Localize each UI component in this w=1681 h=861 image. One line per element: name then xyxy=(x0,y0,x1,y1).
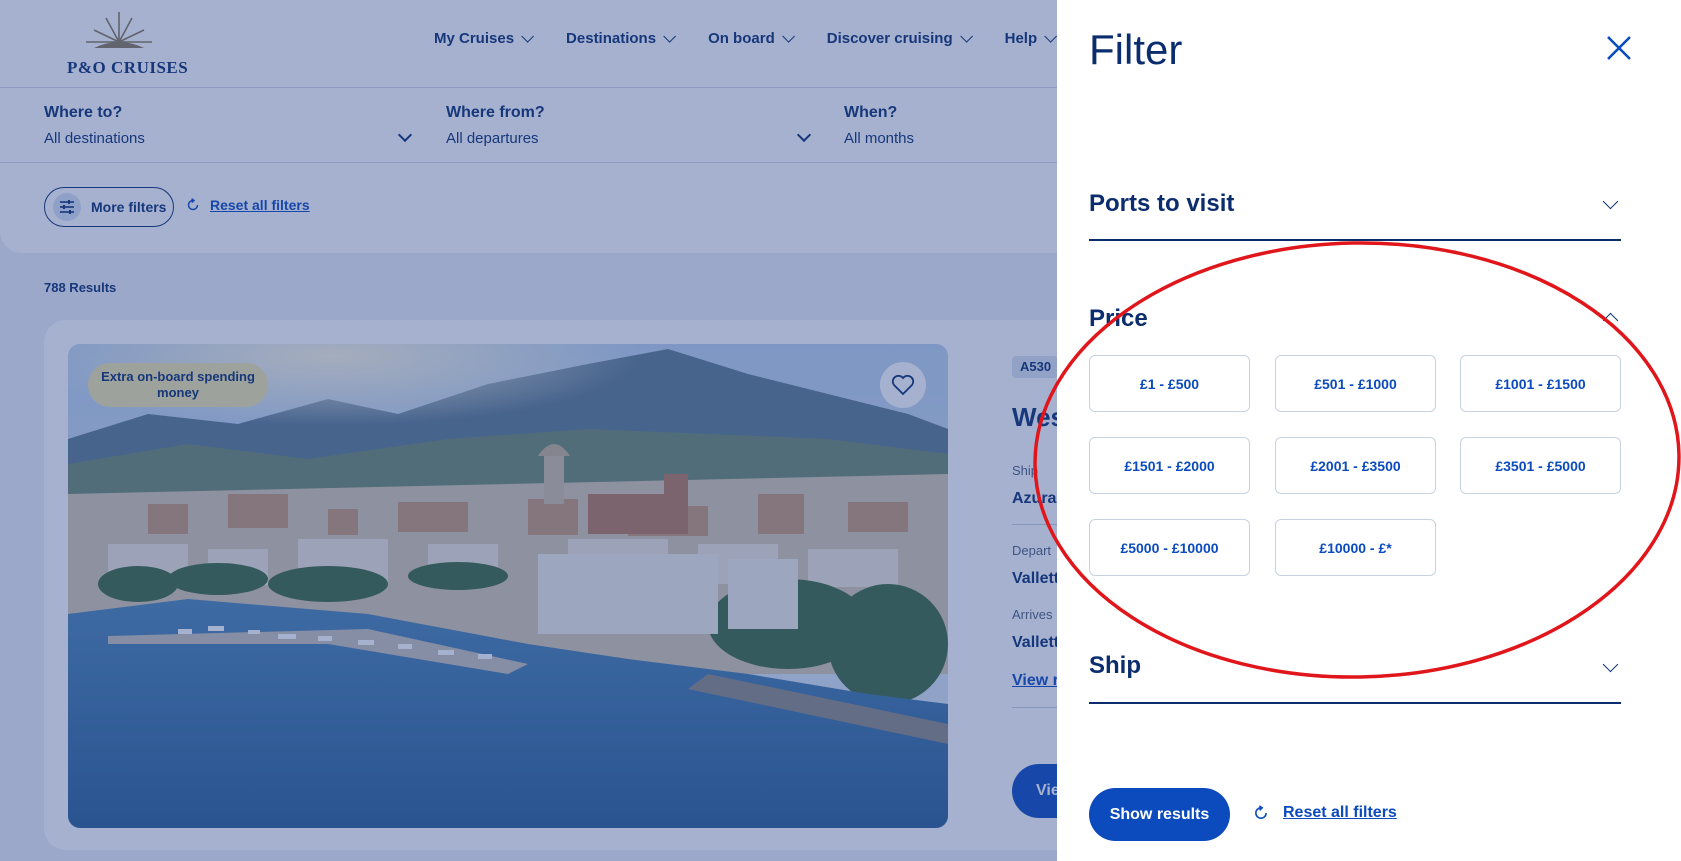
close-icon xyxy=(1607,36,1631,60)
price-option-1501-2000[interactable]: £1501 - £2000 xyxy=(1089,437,1250,494)
drawer-title: Filter xyxy=(1089,26,1183,73)
close-button[interactable] xyxy=(1601,30,1637,66)
price-option-1-500[interactable]: £1 - £500 xyxy=(1089,355,1250,412)
chevron-up-icon[interactable] xyxy=(1602,312,1619,329)
price-option-2001-3500[interactable]: £2001 - £3500 xyxy=(1275,437,1436,494)
section-ship-title[interactable]: Ship xyxy=(1089,652,1141,680)
price-option-1001-1500[interactable]: £1001 - £1500 xyxy=(1460,355,1621,412)
section-divider xyxy=(1089,702,1621,704)
section-divider xyxy=(1089,239,1621,241)
section-price-title[interactable]: Price xyxy=(1089,305,1148,333)
filter-drawer: Filter Ports to visit Price £1 - £500 £5… xyxy=(1057,0,1681,861)
price-option-10000-plus[interactable]: £10000 - £* xyxy=(1275,519,1436,576)
chevron-down-icon[interactable] xyxy=(1602,193,1619,210)
reset-all-filters-link[interactable]: Reset all filters xyxy=(1253,804,1397,822)
refresh-icon xyxy=(1255,805,1267,819)
reset-all-filters-label: Reset all filters xyxy=(1283,804,1397,821)
show-results-button[interactable]: Show results xyxy=(1089,788,1230,841)
price-option-5000-10000[interactable]: £5000 - £10000 xyxy=(1089,519,1250,576)
section-ports-title[interactable]: Ports to visit xyxy=(1089,190,1234,218)
chevron-down-icon[interactable] xyxy=(1602,656,1619,673)
price-option-501-1000[interactable]: £501 - £1000 xyxy=(1275,355,1436,412)
price-option-3501-5000[interactable]: £3501 - £5000 xyxy=(1460,437,1621,494)
modal-backdrop[interactable] xyxy=(0,0,1057,861)
